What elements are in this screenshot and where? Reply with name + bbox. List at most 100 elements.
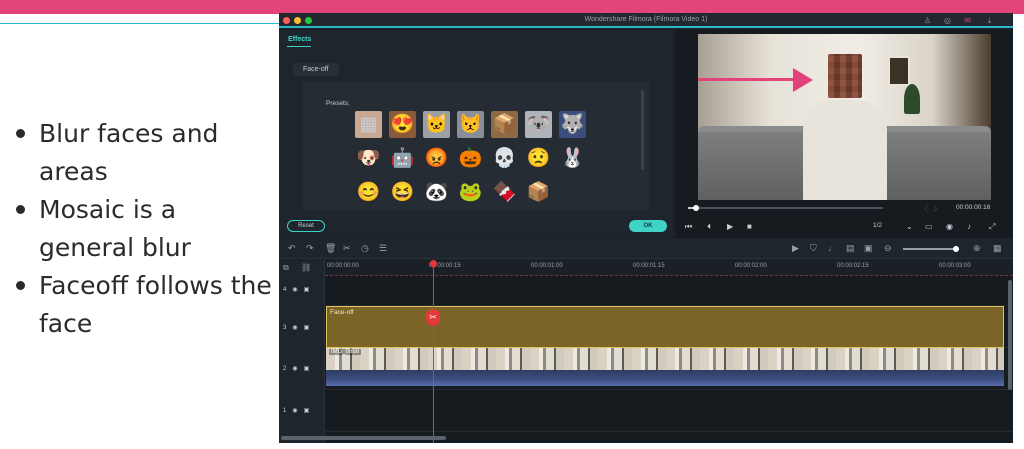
track-number: 4: [283, 287, 287, 293]
preset-thumbnail[interactable]: 🐨: [525, 111, 552, 138]
bullet-item: Mosaic is a general blur: [14, 191, 274, 267]
window-title: Wondershare Filmora (Filmora Video 1): [584, 16, 708, 23]
bullet-list: Blur faces and areas Mosaic is a general…: [14, 115, 274, 343]
lock-icon[interactable]: ▣: [304, 365, 310, 372]
bullet-item: Blur faces and areas: [14, 115, 274, 191]
eye-icon[interactable]: ◉: [292, 324, 297, 331]
preset-thumbnail[interactable]: 🐶: [355, 145, 382, 172]
adjust-icon[interactable]: ☰: [379, 243, 387, 254]
monitor-icon[interactable]: ▭: [925, 222, 933, 231]
ruler-tick-label: 00:00:03:00: [939, 263, 971, 269]
preset-thumbnail[interactable]: 💀: [491, 145, 518, 172]
eye-icon[interactable]: ◉: [292, 286, 297, 293]
preview-scrubber-knob[interactable]: [692, 205, 699, 211]
preset-thumbnail[interactable]: 📦: [525, 179, 552, 206]
slide: Blur faces and areas Mosaic is a general…: [0, 0, 1024, 449]
zoom-slider-knob[interactable]: [953, 246, 960, 252]
timeline-horizontal-scrollbar[interactable]: [281, 436, 446, 440]
playhead[interactable]: ✂: [426, 258, 440, 443]
timeline-toolbar: ↶ ↷ 🗑 ✂ ◷ ☰ ▶ ⛉ ♩ ▤ ▣ ⊖ ⊕ ▦: [279, 239, 1013, 259]
lock-icon[interactable]: ▣: [304, 286, 310, 293]
chevron-left-right-icon[interactable]: 〈 〉: [921, 204, 941, 214]
preset-thumbnail[interactable]: 📦: [491, 111, 518, 138]
zoom-out-icon[interactable]: ⊖: [884, 243, 892, 254]
preview-quality-select[interactable]: 1/2: [873, 222, 882, 229]
headset-icon[interactable]: ◎: [943, 16, 952, 25]
timeline-ruler[interactable]: 00:00:00:00 00:00:00:15 00:00:01:00 00:00:0…: [325, 260, 1013, 276]
annotation-arrow-head: [793, 68, 813, 92]
undo-icon[interactable]: ↶: [288, 243, 296, 254]
effects-panel: Effects Face-off Presets: ▦ 😍 🐱 😾 📦 🐨 🐺 🐶 🤖 😡 🎃 💀 😟 🐰…: [279, 30, 673, 238]
clip-label: IMG_0888: [329, 349, 362, 355]
preset-thumbnail[interactable]: 🐱: [423, 111, 450, 138]
eye-icon[interactable]: ◉: [292, 365, 297, 372]
preview-scrubber[interactable]: [688, 205, 883, 211]
preset-thumbnail[interactable]: 🤖: [389, 145, 416, 172]
account-icon[interactable]: ♙: [923, 16, 932, 25]
grid-view-icon[interactable]: ▦: [993, 243, 1002, 254]
filmora-window: Wondershare Filmora (Filmora Video 1) ♙ …: [279, 13, 1013, 443]
speed-icon[interactable]: ◷: [361, 243, 369, 254]
ok-button[interactable]: OK: [629, 220, 667, 232]
play-icon[interactable]: ▶: [727, 222, 733, 231]
preset-thumbnail[interactable]: 🐼: [423, 179, 450, 206]
split-scissors-icon[interactable]: ✂: [426, 309, 440, 326]
preview-plant: [904, 84, 920, 114]
preset-thumbnail[interactable]: 😟: [525, 145, 552, 172]
bullet-item: Faceoff follows the face: [14, 267, 274, 343]
track-number: 3: [283, 325, 287, 331]
timeline-vertical-scrollbar[interactable]: [1008, 280, 1012, 390]
video-clip[interactable]: IMG_0888: [326, 348, 1004, 386]
ruler-tick-label: 00:00:01:15: [633, 263, 665, 269]
video-preview: [698, 34, 991, 200]
preset-thumbnail[interactable]: 🐰: [559, 145, 586, 172]
tab-active-indicator: [287, 46, 311, 47]
track-header-2: 2 ◉ ▣: [283, 365, 315, 372]
presets-scrollbar[interactable]: [641, 90, 644, 170]
preset-thumbnail[interactable]: 😾: [457, 111, 484, 138]
eye-icon[interactable]: ◉: [292, 407, 297, 414]
stop-icon[interactable]: ■: [747, 222, 752, 231]
snapshot-icon[interactable]: ◉: [946, 222, 953, 231]
pixelated-face: [828, 54, 862, 98]
redo-icon[interactable]: ↷: [306, 243, 314, 254]
preset-thumbnail[interactable]: 🎃: [457, 145, 484, 172]
zoom-slider[interactable]: [903, 246, 960, 252]
download-icon[interactable]: ⤓: [985, 16, 994, 25]
timeline: ⧉ ⛓ 00:00:00:00 00:00:00:15 00:00:01:00 00:…: [279, 258, 1013, 443]
track-header-3: 3 ◉ ▣: [283, 324, 315, 331]
tab-effects[interactable]: Effects: [288, 36, 311, 43]
preview-person: [803, 100, 887, 200]
reset-button[interactable]: Reset: [287, 220, 325, 232]
preset-thumbnail[interactable]: 😡: [423, 145, 450, 172]
step-back-icon[interactable]: ⏴: [707, 222, 711, 232]
preset-thumbnail[interactable]: 🐺: [559, 111, 586, 138]
preset-thumbnail[interactable]: 🍫: [491, 179, 518, 206]
ruler-tick-label: 00:00:02:15: [837, 263, 869, 269]
zoom-in-icon[interactable]: ⊕: [973, 243, 981, 254]
microphone-icon[interactable]: ♩: [828, 243, 837, 254]
preset-thumbnail[interactable]: 🐸: [457, 179, 484, 206]
mail-icon[interactable]: ✉: [963, 16, 972, 25]
cut-icon[interactable]: ✂: [343, 243, 351, 254]
ruler-tick-label: 00:00:01:00: [531, 263, 563, 269]
audio-mixer-icon[interactable]: ▤: [846, 243, 855, 254]
link-icon[interactable]: ⛓: [301, 262, 311, 273]
subtab-face-off[interactable]: Face-off: [293, 63, 339, 76]
lock-icon[interactable]: ▣: [304, 324, 310, 331]
preset-thumbnail[interactable]: 😆: [389, 179, 416, 206]
lock-icon[interactable]: ▣: [304, 407, 310, 414]
render-icon[interactable]: ▶: [792, 243, 799, 254]
marker-icon[interactable]: ⛉: [810, 243, 817, 254]
volume-icon[interactable]: ♪: [967, 222, 971, 231]
preset-thumbnail[interactable]: ▦: [355, 111, 382, 138]
delete-icon[interactable]: 🗑: [325, 243, 336, 254]
track-number: 1: [283, 408, 287, 414]
previous-frame-icon[interactable]: ⏮: [685, 222, 692, 232]
fullscreen-icon[interactable]: ⤢: [989, 222, 995, 232]
chevron-down-icon[interactable]: ⌄: [906, 222, 913, 231]
preset-thumbnail[interactable]: 😍: [389, 111, 416, 138]
preset-thumbnail[interactable]: 😊: [355, 179, 382, 206]
add-track-icon[interactable]: ⧉: [283, 262, 289, 273]
crop-icon[interactable]: ▣: [864, 243, 873, 254]
